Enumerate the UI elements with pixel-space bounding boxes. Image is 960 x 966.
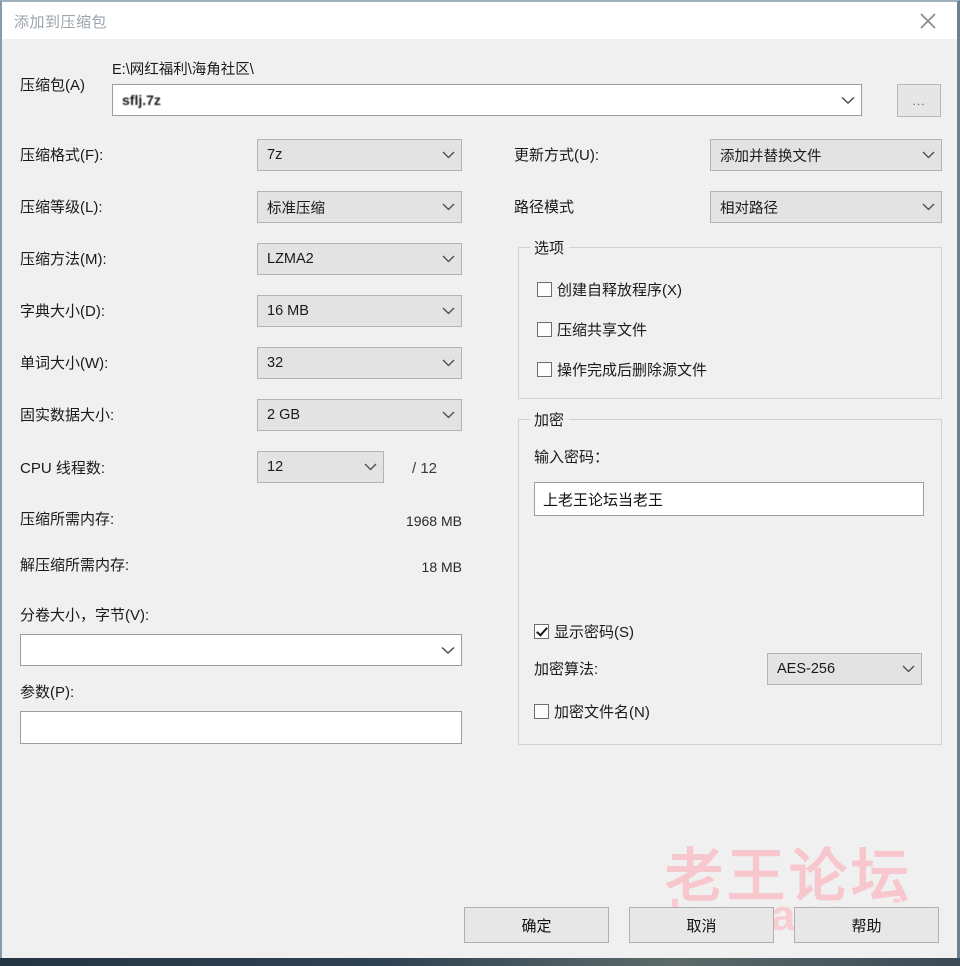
checkbox-icon <box>537 362 552 377</box>
decompress-memory-value: 18 MB <box>421 559 462 575</box>
chevron-down-icon <box>435 646 461 655</box>
encrypt-filenames-checkbox[interactable]: 加密文件名(N) <box>534 701 650 722</box>
compression-format-value: 7z <box>267 147 283 163</box>
add-to-archive-dialog: 添加到压缩包 压缩包(A) E:\网红福利\海角社区\ sflj.7z ... … <box>0 0 960 958</box>
encryption-groupbox <box>518 419 942 745</box>
word-size-combo[interactable]: 32 <box>257 347 462 379</box>
watermark-main-text: 老王论坛 <box>665 844 914 909</box>
chevron-down-icon <box>435 151 461 159</box>
parameters-input[interactable] <box>20 711 462 744</box>
encryption-algorithm-combo[interactable]: AES-256 <box>767 653 922 685</box>
dialog-body: 压缩包(A) E:\网红福利\海角社区\ sflj.7z ... 压缩格式(F)… <box>2 39 957 958</box>
chevron-down-icon <box>895 665 921 673</box>
word-size-value: 32 <box>267 355 284 371</box>
compression-method-value: LZMA2 <box>267 251 314 267</box>
password-input[interactable]: 上老王论坛当老王 <box>534 482 924 516</box>
split-volume-combo[interactable] <box>20 634 462 666</box>
parameters-label: 参数(P): <box>20 684 75 701</box>
split-volume-label: 分卷大小，字节(V): <box>20 607 150 624</box>
browse-button[interactable]: ... <box>897 84 941 117</box>
password-label: 输入密码： <box>534 449 610 466</box>
close-button[interactable] <box>905 2 951 39</box>
chevron-down-icon <box>357 463 383 471</box>
archive-name-value: sflj.7z <box>122 92 161 108</box>
chevron-down-icon <box>835 96 861 105</box>
checkbox-checked-icon <box>534 624 549 639</box>
chevron-down-icon <box>435 411 461 419</box>
word-size-label: 单词大小(W): <box>20 355 109 372</box>
close-icon <box>917 10 939 32</box>
option-delete-after-label: 操作完成后删除源文件 <box>557 362 708 379</box>
solid-block-size-combo[interactable]: 2 GB <box>257 399 462 431</box>
window-title: 添加到压缩包 <box>14 14 108 31</box>
compression-method-combo[interactable]: LZMA2 <box>257 243 462 275</box>
archive-label: 压缩包(A) <box>20 77 85 94</box>
chevron-down-icon <box>435 307 461 315</box>
option-compress-shared[interactable]: 压缩共享文件 <box>537 319 647 340</box>
chevron-down-icon <box>915 151 941 159</box>
cpu-threads-total: / 12 <box>412 460 438 477</box>
chevron-down-icon <box>915 203 941 211</box>
compression-level-value: 标准压缩 <box>267 200 325 217</box>
cpu-threads-combo[interactable]: 12 <box>257 451 384 483</box>
encryption-algorithm-value: AES-256 <box>777 661 836 677</box>
path-mode-label: 路径模式 <box>514 199 575 216</box>
dictionary-size-value: 16 MB <box>267 303 309 319</box>
chevron-down-icon <box>435 359 461 367</box>
compression-level-combo[interactable]: 标准压缩 <box>257 191 462 223</box>
path-mode-value: 相对路径 <box>720 200 778 217</box>
chevron-down-icon <box>435 203 461 211</box>
compress-memory-label: 压缩所需内存: <box>20 511 115 528</box>
options-group-title: 选项 <box>530 237 570 258</box>
cpu-threads-label: CPU 线程数: <box>20 460 106 477</box>
archive-name-combo[interactable]: sflj.7z <box>112 84 862 116</box>
encryption-group-title: 加密 <box>530 409 570 430</box>
encrypt-filenames-label: 加密文件名(N) <box>554 704 650 721</box>
solid-block-size-value: 2 GB <box>267 407 301 423</box>
ok-button[interactable]: 确定 <box>464 907 609 943</box>
compress-memory-value: 1968 MB <box>405 513 462 529</box>
show-password-checkbox[interactable]: 显示密码(S) <box>534 621 634 642</box>
decompress-memory-label: 解压缩所需内存: <box>20 557 130 574</box>
encryption-algorithm-label: 加密算法: <box>534 661 599 678</box>
update-mode-combo[interactable]: 添加并替换文件 <box>710 139 942 171</box>
option-delete-after[interactable]: 操作完成后删除源文件 <box>537 359 707 380</box>
show-password-label: 显示密码(S) <box>554 624 634 641</box>
checkbox-icon <box>537 322 552 337</box>
title-bar: 添加到压缩包 <box>2 2 957 40</box>
desktop-edge <box>0 958 960 966</box>
dictionary-size-label: 字典大小(D): <box>20 303 105 320</box>
checkbox-icon <box>534 704 549 719</box>
chevron-down-icon <box>435 255 461 263</box>
option-compress-shared-label: 压缩共享文件 <box>557 322 648 339</box>
solid-block-size-label: 固实数据大小: <box>20 407 115 424</box>
dictionary-size-combo[interactable]: 16 MB <box>257 295 462 327</box>
compression-level-label: 压缩等级(L): <box>20 199 103 216</box>
compression-format-combo[interactable]: 7z <box>257 139 462 171</box>
path-mode-combo[interactable]: 相对路径 <box>710 191 942 223</box>
archive-path: E:\网红福利\海角社区\ <box>112 62 254 78</box>
cpu-threads-value: 12 <box>267 459 284 475</box>
compression-method-label: 压缩方法(M): <box>20 251 107 268</box>
checkbox-icon <box>537 282 552 297</box>
help-button[interactable]: 帮助 <box>794 907 939 943</box>
option-create-sfx[interactable]: 创建自释放程序(X) <box>537 279 682 300</box>
password-value: 上老王论坛当老王 <box>543 491 664 509</box>
cancel-button[interactable]: 取消 <box>629 907 774 943</box>
compression-format-label: 压缩格式(F): <box>20 147 104 164</box>
update-mode-value: 添加并替换文件 <box>720 148 822 165</box>
option-create-sfx-label: 创建自释放程序(X) <box>557 282 682 299</box>
update-mode-label: 更新方式(U): <box>514 147 599 164</box>
